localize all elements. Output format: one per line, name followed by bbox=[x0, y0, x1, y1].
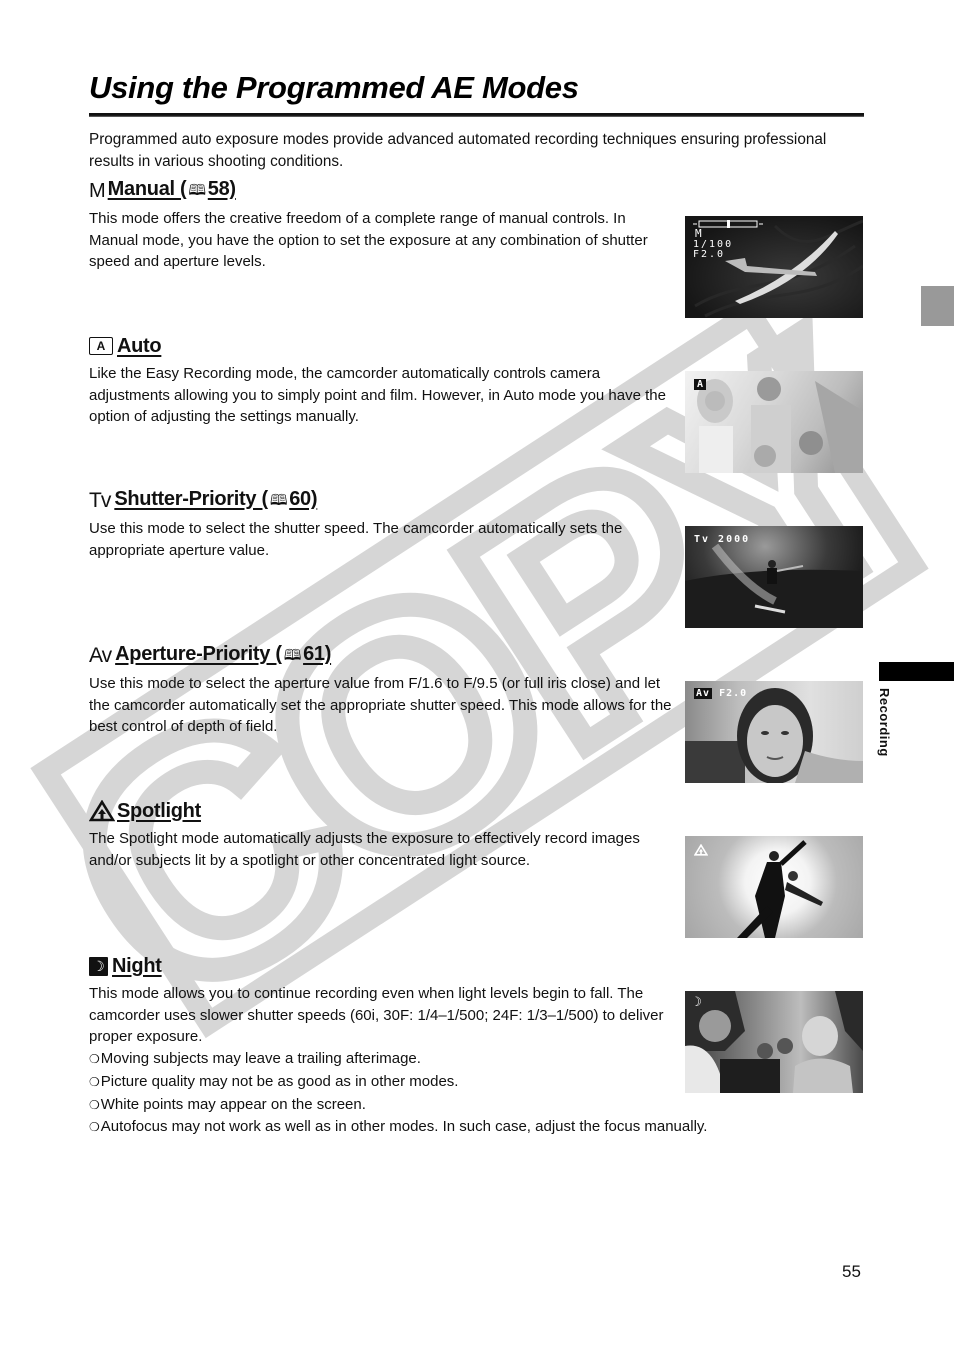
night-mode-icon: ☽ bbox=[89, 956, 108, 976]
intro-paragraph: Programmed auto exposure modes provide a… bbox=[89, 131, 827, 170]
manual-mode-icon: M bbox=[89, 179, 106, 202]
section-night: ☽ Night This mode allows you to continue… bbox=[89, 953, 707, 1139]
section-body-aperture-priority: Use this mode to select the aperture val… bbox=[89, 675, 672, 736]
section-manual: M Manual (🕮 58) This mode offers the crea… bbox=[89, 178, 689, 273]
osd-mode: M bbox=[695, 227, 704, 240]
section-body-auto: Like the Easy Recording mode, the camcor… bbox=[89, 365, 666, 426]
photo-auto-family: A bbox=[685, 371, 863, 473]
chapter-label: Recording bbox=[877, 688, 892, 757]
section-title-manual[interactable]: Manual (🕮 58) bbox=[108, 178, 236, 205]
osd-aperture: F2.0 bbox=[693, 249, 726, 260]
section-body-manual: This mode offers the creative freedom of… bbox=[89, 210, 648, 271]
title-underline bbox=[89, 113, 864, 117]
shutter-priority-icon: Tv bbox=[89, 489, 111, 512]
family-illustration bbox=[697, 377, 863, 473]
page-number: 55 bbox=[842, 1262, 861, 1281]
section-title-night: Night bbox=[112, 954, 162, 977]
list-item: White points may appear on the screen. bbox=[89, 1094, 809, 1117]
osd-night-icon: ☽ bbox=[694, 995, 704, 1010]
osd-spotlight-icon bbox=[693, 843, 709, 859]
osd-shutter: Tv 2000 bbox=[694, 534, 751, 545]
osd-mode: A bbox=[694, 379, 707, 390]
aperture-priority-icon: Av bbox=[89, 644, 112, 667]
recording-tab-marker bbox=[879, 662, 954, 681]
photo-manual-glider: M 1/100 F2.0 bbox=[685, 216, 863, 318]
restaurant-illustration bbox=[685, 991, 863, 1093]
book-icon: 🕮 bbox=[283, 646, 302, 664]
book-icon: 🕮 bbox=[269, 491, 288, 509]
photo-night-restaurant: ☽ bbox=[685, 991, 863, 1093]
section-spotlight: Spotlight The Spotlight mode automatical… bbox=[89, 798, 689, 871]
section-auto: A Auto Like the Easy Recording mode, the… bbox=[89, 333, 689, 428]
section-body-night: This mode allows you to continue recordi… bbox=[89, 985, 664, 1046]
section-body-shutter-priority: Use this mode to select the shutter spee… bbox=[89, 520, 623, 559]
photo-av-portrait: Av F2.0 bbox=[685, 681, 863, 783]
auto-mode-icon: A bbox=[89, 337, 113, 355]
section-body-spotlight: The Spotlight mode automatically adjusts… bbox=[89, 830, 640, 869]
section-title-auto: Auto bbox=[117, 334, 162, 357]
page-title: Using the Programmed AE Modes bbox=[89, 70, 579, 105]
photo-tv-surfer: Tv 2000 bbox=[685, 526, 863, 628]
section-title-shutter-priority[interactable]: Shutter-Priority (🕮 60) bbox=[114, 488, 317, 515]
photo-spotlight-dancers bbox=[685, 836, 863, 938]
osd-mode: Av F2.0 bbox=[694, 688, 748, 699]
chapter-tab-marker bbox=[921, 286, 954, 326]
section-shutter-priority: Tv Shutter-Priority (🕮 60) Use this mode … bbox=[89, 488, 689, 561]
section-title-aperture-priority[interactable]: Aperture-Priority (🕮 61) bbox=[115, 643, 331, 670]
section-title-spotlight: Spotlight bbox=[117, 799, 201, 822]
spotlight-icon bbox=[89, 800, 115, 822]
section-aperture-priority: Av Aperture-Priority (🕮 61) Use this mode… bbox=[89, 643, 689, 738]
list-item: Autofocus may not work as well as in oth… bbox=[89, 1116, 809, 1139]
glider-illustration bbox=[694, 219, 863, 318]
book-icon: 🕮 bbox=[188, 181, 206, 199]
dancers-illustration bbox=[737, 840, 823, 938]
